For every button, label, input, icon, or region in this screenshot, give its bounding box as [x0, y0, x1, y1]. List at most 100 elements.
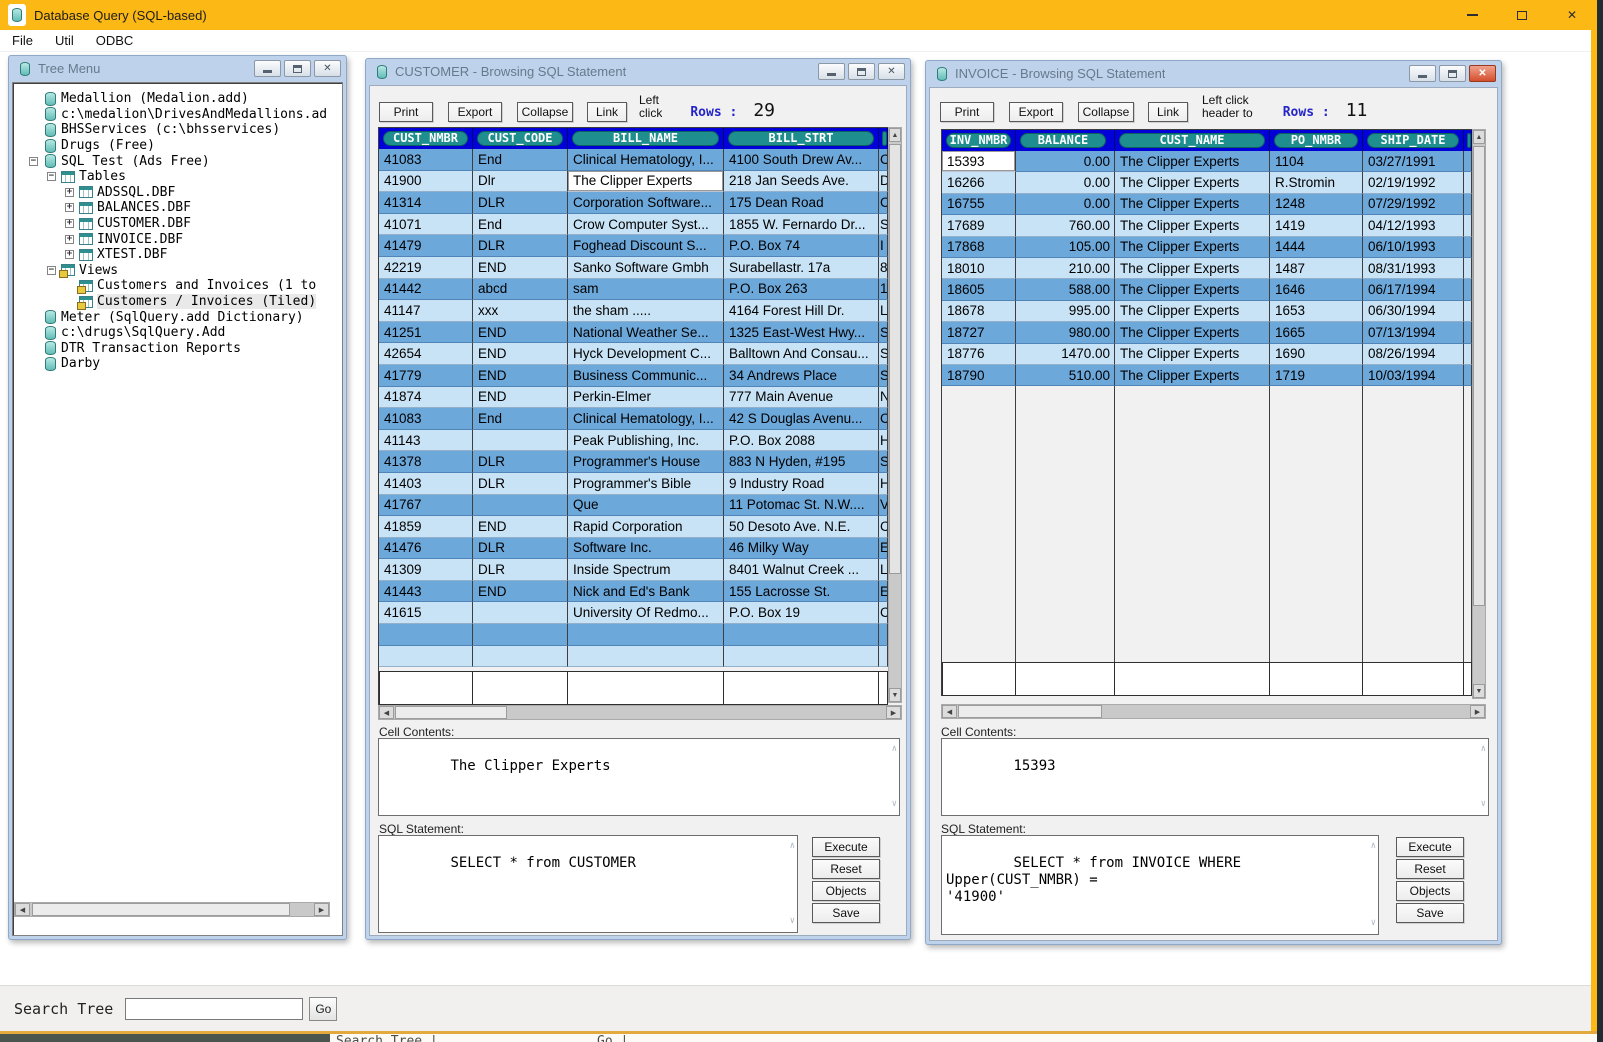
table-cell[interactable]: DLR [473, 235, 568, 257]
table-cell-partial[interactable]: S [879, 214, 888, 236]
table-cell[interactable]: National Weather Se... [568, 322, 724, 344]
table-cell[interactable]: 41859 [379, 516, 473, 538]
table-cell[interactable]: 03/27/1991 [1363, 151, 1464, 172]
table-cell[interactable]: 41314 [379, 192, 473, 214]
table-cell[interactable]: Surabellastr. 17a [724, 257, 879, 279]
table-cell[interactable]: 41779 [379, 365, 473, 387]
menu-odbc[interactable]: ODBC [96, 33, 134, 48]
table-cell[interactable]: 07/13/1994 [1363, 322, 1464, 343]
table-cell[interactable]: Que [568, 495, 724, 517]
table-cell[interactable]: University Of Redmo... [568, 602, 724, 624]
go-button[interactable]: Go [309, 997, 337, 1021]
tree-window-titlebar[interactable]: Tree Menu ✕ [9, 56, 346, 81]
table-cell[interactable]: 175 Dean Road [724, 192, 879, 214]
table-cell[interactable]: 34 Andrews Place [724, 365, 879, 387]
close-icon[interactable]: ✕ [314, 60, 341, 77]
chevron-down-icon[interactable]: ∨ [1481, 796, 1486, 813]
table-cell-partial[interactable]: L [879, 559, 888, 581]
table-cell[interactable]: Hyck Development C... [568, 343, 724, 365]
table-cell[interactable]: 995.00 [1016, 301, 1115, 322]
table-cell[interactable]: 42 S Douglas Avenu... [724, 408, 879, 430]
sql-statement-box[interactable]: SELECT * from CUSTOMER ∧ ∨ [378, 835, 798, 933]
save-button[interactable]: Save [1396, 903, 1464, 923]
table-cell[interactable]: END [473, 257, 568, 279]
table-cell[interactable]: Dlr [473, 171, 568, 193]
table-cell[interactable]: 41442 [379, 279, 473, 301]
scroll-right-icon[interactable]: ▶ [886, 706, 901, 719]
table-cell[interactable]: 41443 [379, 581, 473, 603]
table-cell[interactable]: 105.00 [1016, 237, 1115, 258]
table-cell-partial[interactable]: H [879, 430, 888, 452]
tree-item[interactable]: −SQL Test (Ads Free) [13, 153, 342, 169]
table-cell[interactable]: Perkin-Elmer [568, 387, 724, 409]
table-cell-partial[interactable]: S [879, 451, 888, 473]
scroll-down-icon[interactable]: ▼ [889, 688, 901, 702]
table-cell-partial[interactable] [879, 646, 888, 668]
search-tree-input[interactable] [125, 998, 303, 1020]
entry-cell[interactable] [1016, 662, 1115, 696]
reset-button[interactable]: Reset [1396, 859, 1464, 879]
table-cell[interactable]: 18790 [942, 365, 1016, 386]
chevron-down-icon[interactable]: ∨ [790, 913, 795, 930]
table-cell[interactable]: 42219 [379, 257, 473, 279]
tree-item[interactable]: Meter (SqlQuery.add Dictionary) [13, 309, 342, 325]
table-cell[interactable]: DLR [473, 473, 568, 495]
table-cell-partial[interactable] [1464, 301, 1472, 322]
entry-cell[interactable] [568, 671, 724, 705]
table-cell[interactable]: END [473, 343, 568, 365]
table-cell[interactable]: 41147 [379, 300, 473, 322]
collapse-icon[interactable]: − [29, 157, 38, 166]
table-cell[interactable]: 11 Potomac St. N.W.... [724, 495, 879, 517]
minimize-icon[interactable] [818, 63, 845, 80]
table-cell[interactable]: The Clipper Experts [1115, 237, 1270, 258]
table-cell[interactable]: 9 Industry Road [724, 473, 879, 495]
table-cell[interactable]: abcd [473, 279, 568, 301]
menu-file[interactable]: File [12, 33, 33, 48]
table-cell[interactable]: 18010 [942, 258, 1016, 279]
table-cell[interactable]: Rapid Corporation [568, 516, 724, 538]
table-cell-partial[interactable]: L [879, 300, 888, 322]
collapse-icon[interactable]: − [47, 266, 56, 275]
table-cell[interactable] [724, 646, 879, 668]
table-cell[interactable]: END [473, 322, 568, 344]
entry-cell[interactable] [379, 671, 473, 705]
table-cell-partial[interactable]: E [879, 538, 888, 560]
reset-button[interactable]: Reset [812, 859, 880, 879]
table-cell[interactable]: DLR [473, 192, 568, 214]
table-cell[interactable]: Clinical Hematology, I... [568, 149, 724, 171]
execute-button[interactable]: Execute [812, 837, 880, 857]
table-cell[interactable] [379, 646, 473, 668]
table-cell-partial[interactable] [879, 624, 888, 646]
close-icon[interactable]: ✕ [1469, 65, 1496, 82]
table-cell[interactable]: the sham ..... [568, 300, 724, 322]
table-cell[interactable]: 41378 [379, 451, 473, 473]
table-cell[interactable]: 218 Jan Seeds Ave. [724, 171, 879, 193]
table-cell[interactable] [473, 430, 568, 452]
entry-cell[interactable] [1363, 662, 1464, 696]
table-cell[interactable]: The Clipper Experts [1115, 215, 1270, 236]
tree-item[interactable]: −Views [13, 263, 342, 279]
table-cell[interactable]: 41900 [379, 171, 473, 193]
table-cell-partial[interactable] [1464, 194, 1472, 215]
table-cell[interactable]: Programmer's House [568, 451, 724, 473]
tree-item[interactable]: DTR Transaction Reports [13, 341, 342, 357]
table-cell[interactable]: 17689 [942, 215, 1016, 236]
entry-cell[interactable] [724, 671, 879, 705]
tree-item[interactable]: Customers and Invoices (1 to [13, 278, 342, 294]
table-cell[interactable]: 980.00 [1016, 322, 1115, 343]
table-cell[interactable]: 1444 [1270, 237, 1363, 258]
table-cell[interactable]: Corporation Software... [568, 192, 724, 214]
table-cell[interactable]: 1104 [1270, 151, 1363, 172]
table-cell[interactable]: 760.00 [1016, 215, 1115, 236]
chevron-up-icon[interactable]: ∧ [1481, 741, 1486, 758]
minimize-icon[interactable] [254, 60, 281, 77]
table-cell[interactable]: 08/26/1994 [1363, 344, 1464, 365]
save-button[interactable]: Save [812, 903, 880, 923]
scroll-right-icon[interactable]: ▶ [314, 903, 329, 916]
column-header[interactable]: PO_NMBR [1270, 130, 1363, 151]
table-cell[interactable]: 41143 [379, 430, 473, 452]
table-cell[interactable]: 41476 [379, 538, 473, 560]
table-cell[interactable]: Clinical Hematology, I... [568, 408, 724, 430]
table-cell[interactable]: 1419 [1270, 215, 1363, 236]
scroll-up-icon[interactable]: ▲ [889, 128, 901, 142]
